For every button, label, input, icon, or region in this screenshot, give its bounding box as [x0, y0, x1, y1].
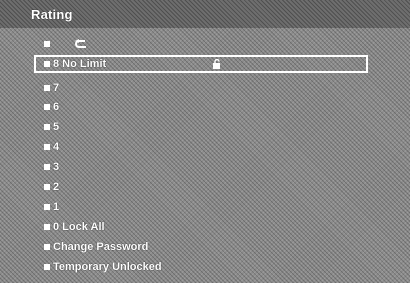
menu-item-8-no-limit[interactable]: 8 No Limit: [34, 55, 368, 73]
bullet-icon: [44, 164, 50, 170]
bullet-icon: [44, 61, 50, 67]
menu-item-label: 7: [53, 82, 60, 94]
menu-item-0-lock-all[interactable]: 0 Lock All: [34, 218, 105, 236]
bullet-icon: [44, 41, 50, 47]
menu-item-label: 0 Lock All: [53, 221, 105, 233]
bullet-icon: [44, 104, 50, 110]
bullet-icon: [44, 184, 50, 190]
menu-item-label: 2: [53, 181, 60, 193]
menu-item-7[interactable]: 7: [34, 79, 59, 97]
menu-item-6[interactable]: 6: [34, 98, 59, 116]
menu-item-label: Temporary Unlocked: [53, 261, 162, 273]
rating-screen: Rating 8 No Limit 7 6 5 4 3 2 1 0 Lock A…: [0, 0, 410, 283]
bullet-icon: [44, 144, 50, 150]
menu-item-label: Change Password: [53, 241, 149, 253]
bullet-icon: [44, 85, 50, 91]
menu-item-label: 6: [53, 101, 60, 113]
bullet-icon: [44, 204, 50, 210]
bullet-icon: [44, 244, 50, 250]
menu-item-3[interactable]: 3: [34, 158, 59, 176]
menu-item-back[interactable]: [34, 35, 89, 53]
menu-item-label: 1: [53, 201, 60, 213]
menu-item-label: 8 No Limit: [53, 58, 107, 70]
menu-item-label: 4: [53, 141, 60, 153]
page-title: Rating: [31, 7, 73, 22]
title-bar: Rating: [0, 0, 410, 28]
menu-item-1[interactable]: 1: [34, 198, 59, 216]
menu-item-4[interactable]: 4: [34, 138, 59, 156]
menu-item-5[interactable]: 5: [34, 118, 59, 136]
back-arrow-icon: [75, 39, 86, 48]
menu-item-change-password[interactable]: Change Password: [34, 238, 148, 256]
bullet-icon: [44, 224, 50, 230]
bullet-icon: [44, 264, 50, 270]
menu-item-temporary-unlocked[interactable]: Temporary Unlocked: [34, 258, 162, 276]
menu-item-label: 5: [53, 121, 60, 133]
bullet-icon: [44, 124, 50, 130]
menu-item-label: 3: [53, 161, 60, 173]
menu-item-2[interactable]: 2: [34, 178, 59, 196]
lock-icon: [213, 59, 220, 69]
